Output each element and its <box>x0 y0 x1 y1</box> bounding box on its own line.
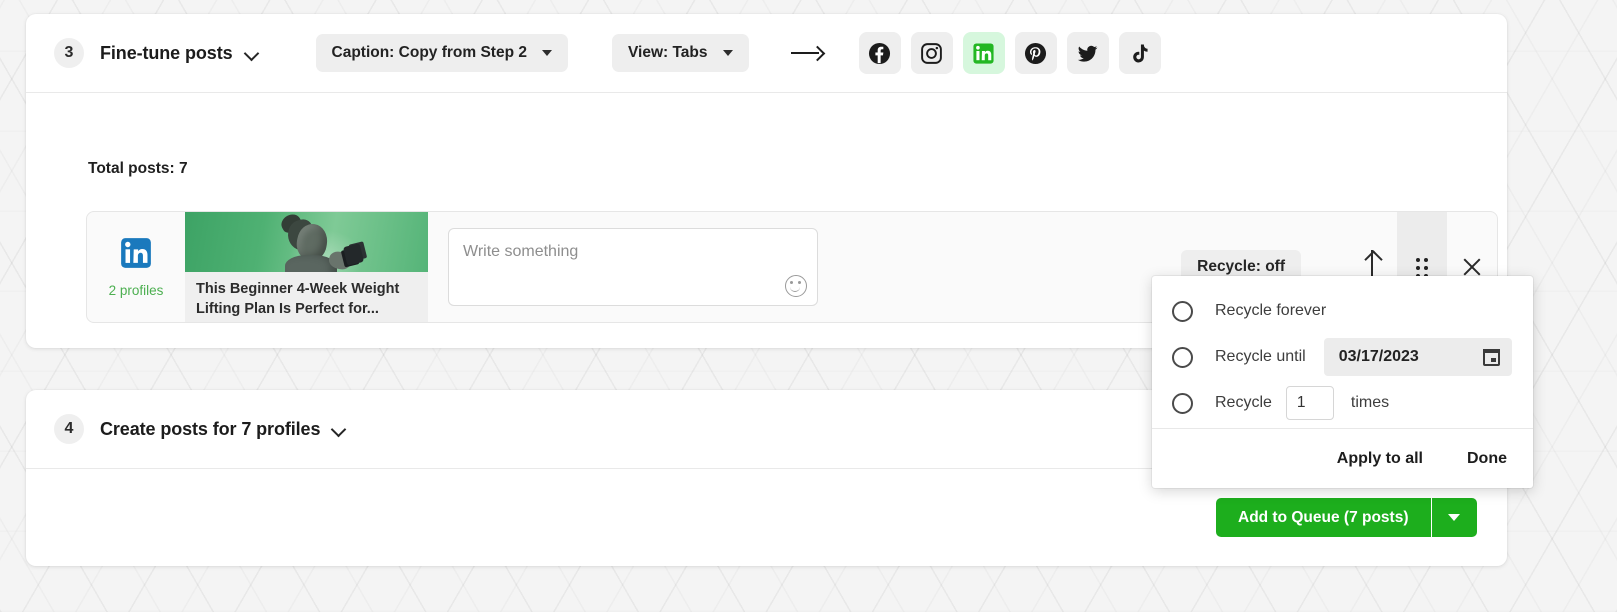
recycle-times-label: Recycle <box>1215 394 1272 411</box>
recycle-times-unit-label: times <box>1350 394 1390 411</box>
post-editor-placeholder: Write something <box>463 243 579 260</box>
step-3-title: Fine-tune posts <box>100 42 233 63</box>
recycle-status-label: Recycle: off <box>1197 258 1285 275</box>
network-tab-twitter[interactable] <box>1066 32 1109 74</box>
recycle-until-date-value: 03/17/2023 <box>1338 348 1419 365</box>
network-tab-list <box>858 32 1161 74</box>
link-preview-title: This Beginner 4-Week Weight Lifting Plan… <box>196 281 400 317</box>
link-preview-thumbnail[interactable]: This Beginner 4-Week Weight Lifting Plan… <box>185 212 428 322</box>
emoji-picker-icon[interactable] <box>785 275 807 297</box>
instagram-icon <box>920 42 943 65</box>
step-3-number-badge: 3 <box>54 38 84 68</box>
apply-to-all-button[interactable]: Apply to all <box>1337 450 1423 468</box>
step-4-title: Create posts for 7 profiles <box>100 418 321 439</box>
step-3-header: 3 Fine-tune posts Caption: Copy from Ste… <box>26 14 1507 93</box>
calendar-icon[interactable] <box>1482 348 1500 366</box>
post-profile-cell[interactable]: 2 profiles <box>87 212 185 322</box>
facebook-icon <box>868 42 891 65</box>
linkedin-icon <box>972 42 995 65</box>
tiktok-icon <box>1128 42 1151 65</box>
network-tab-facebook[interactable] <box>858 32 901 74</box>
network-tab-pinterest[interactable] <box>1014 32 1057 74</box>
recycle-panel-footer: Apply to all Done <box>1152 428 1533 488</box>
chevron-down-icon <box>1448 514 1460 521</box>
arrow-right-icon <box>790 44 825 62</box>
post-row-spacer <box>818 212 1181 322</box>
recycle-option-until[interactable]: Recycle until 03/17/2023 <box>1152 334 1533 380</box>
radio-recycle-times[interactable] <box>1172 392 1193 414</box>
network-tab-instagram[interactable] <box>910 32 953 74</box>
add-to-queue-button[interactable]: Add to Queue (7 posts) <box>1216 498 1431 537</box>
radio-recycle-until[interactable] <box>1172 346 1193 368</box>
recycle-options-panel: Recycle forever Recycle until 03/17/2023… <box>1152 276 1533 488</box>
add-to-queue-dropdown-button[interactable] <box>1430 498 1477 537</box>
recycle-option-forever[interactable]: Recycle forever <box>1152 288 1533 334</box>
pinterest-icon <box>1024 42 1047 65</box>
step-3-collapse-chevron-icon[interactable] <box>244 45 260 61</box>
recycle-times-input[interactable]: 1 <box>1285 386 1334 420</box>
radio-recycle-forever[interactable] <box>1172 300 1193 322</box>
chevron-down-icon <box>722 50 733 56</box>
add-to-queue-button-group: Add to Queue (7 posts) <box>1216 498 1477 537</box>
view-mode-dropdown[interactable]: View: Tabs <box>611 34 749 72</box>
post-text-editor[interactable]: Write something <box>448 228 818 306</box>
thumbnail-dumbbell <box>342 243 365 266</box>
close-icon <box>1461 256 1483 278</box>
recycle-forever-label: Recycle forever <box>1215 302 1327 319</box>
network-tab-linkedin[interactable] <box>962 32 1005 74</box>
network-tab-tiktok[interactable] <box>1118 32 1161 74</box>
total-posts-label: Total posts: 7 <box>88 160 188 177</box>
done-button[interactable]: Done <box>1467 450 1507 468</box>
thumbnail-image <box>185 212 428 272</box>
caption-source-dropdown[interactable]: Caption: Copy from Step 2 <box>315 34 568 72</box>
recycle-until-date-field[interactable]: 03/17/2023 <box>1323 338 1512 376</box>
linkedin-icon <box>119 236 153 275</box>
recycle-option-times[interactable]: Recycle 1 times <box>1152 380 1533 426</box>
chevron-down-icon <box>541 50 552 56</box>
view-mode-label: View: Tabs <box>627 44 708 61</box>
drag-dots-icon <box>1415 257 1429 278</box>
caption-source-label: Caption: Copy from Step 2 <box>331 44 527 61</box>
post-editor-cell: Write something <box>428 212 818 322</box>
step-4-collapse-chevron-icon[interactable] <box>331 421 347 437</box>
twitter-icon <box>1076 42 1099 65</box>
recycle-until-label: Recycle until <box>1215 348 1306 365</box>
step-4-number-badge: 4 <box>54 414 84 444</box>
profiles-count-label: 2 profiles <box>108 283 164 298</box>
